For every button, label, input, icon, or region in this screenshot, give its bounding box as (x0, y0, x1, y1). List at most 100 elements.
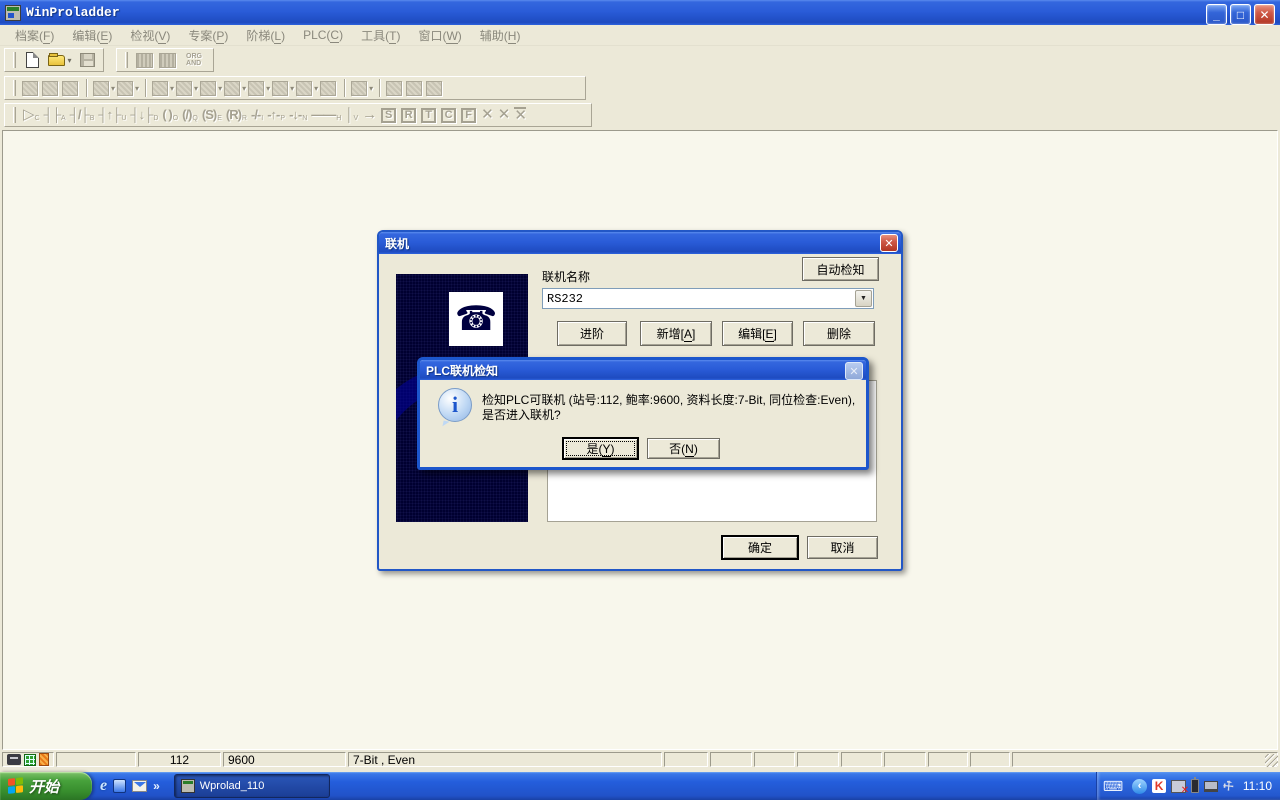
toolbar-grip[interactable] (13, 52, 16, 68)
cancel-button[interactable]: 取消 (807, 536, 878, 559)
statusbar-format: 7-Bit , Even (348, 752, 662, 767)
open-folder-icon (48, 55, 65, 66)
desktop: WinProladder _ □ ✕ 档案(F) 编辑(E) 检视(V) 专案(… (0, 0, 1280, 800)
toolbar-standard: ▾ ORGAND (0, 46, 1280, 74)
ladder-element-icon: -/-I (251, 108, 263, 122)
taskbar-task-button[interactable]: Wprolad_110 (174, 774, 330, 798)
internet-explorer-icon[interactable]: e (100, 777, 107, 795)
dropdown-caret-icon: ▾ (170, 84, 174, 93)
ladder-element-icon: ┤/├B (70, 108, 95, 122)
dropdown-caret-icon: ▾ (290, 84, 294, 93)
auto-detect-button[interactable]: 自动检知 (802, 257, 879, 281)
ladder-edit-tool-icon (141, 79, 150, 97)
toolbar-ladder-elements: ▷C ┤├A ┤/├B ┤↑├U ┤↓├D ( ) (0, 101, 1280, 129)
ladder-edit-tool-icon (22, 81, 40, 96)
menu-item[interactable]: 编辑(E) (63, 25, 121, 46)
start-button[interactable]: 开始 (0, 772, 92, 800)
open-file-button[interactable]: ▾ (44, 49, 76, 71)
toolbar-grip[interactable] (13, 107, 16, 123)
app-icon (5, 5, 21, 21)
resize-grip[interactable] (1265, 754, 1278, 767)
ladder-element-icon: ✕ (498, 108, 511, 122)
display-icon[interactable] (1204, 781, 1218, 792)
menu-item[interactable]: 专案(P) (179, 25, 237, 46)
mail-icon[interactable] (132, 780, 147, 792)
close-button[interactable]: ✕ (1254, 4, 1275, 25)
statusbar-station: 112 (138, 752, 221, 767)
ladder-element-icon: ✕ (514, 107, 527, 123)
menu-item[interactable]: PLC(C) (294, 26, 352, 44)
maximize-button[interactable]: □ (1230, 4, 1251, 25)
keyboard-input-icon[interactable]: ⌨ (1103, 778, 1123, 795)
ladder-element-icon: ( )O (162, 108, 178, 122)
window-title: WinProladder (26, 5, 120, 20)
connection-name-label: 联机名称 (542, 268, 590, 285)
ladder-element-icon: ┤├A (44, 108, 66, 122)
ladder-edit-tool-icon (62, 81, 80, 96)
connect-dialog-close-button[interactable]: ✕ (880, 234, 898, 252)
battery-icon[interactable] (1191, 779, 1199, 793)
edit-button[interactable]: 编辑[E] (722, 321, 793, 346)
statusbar-panel-empty (1012, 752, 1278, 767)
ladder-window-button (133, 49, 156, 71)
statusbar-panel-empty (710, 752, 752, 767)
new-file-button[interactable] (21, 49, 44, 71)
antivirus-tray-icon[interactable]: K (1152, 779, 1166, 793)
connector-icon (7, 754, 21, 765)
dropdown-caret-icon: ▾ (218, 84, 222, 93)
menu-item[interactable]: 检视(V) (121, 25, 179, 46)
delete-button[interactable]: 删除 (803, 321, 875, 346)
phone-icon: ☎ (455, 299, 497, 339)
ladder-element-icon: │V (345, 108, 358, 122)
network-disconnected-icon[interactable] (1171, 780, 1186, 793)
connection-name-combobox[interactable]: RS232 ▼ (542, 288, 874, 309)
ladder-element-icon: ✕ (481, 108, 494, 122)
hide-tray-icons-button[interactable]: ‹ (1132, 779, 1147, 794)
connection-name-value: RS232 (543, 292, 583, 306)
save-button (76, 49, 99, 71)
advanced-button[interactable]: 进阶 (557, 321, 627, 346)
tool-tray-icon[interactable]: ⚒ (1220, 777, 1237, 795)
menu-item[interactable]: 阶梯(L) (237, 25, 294, 46)
task-app-icon (181, 779, 195, 793)
add-button[interactable]: 新增[A] (640, 321, 712, 346)
menu-item[interactable]: 工具(T) (352, 25, 409, 46)
ladder-edit-tool-icon (320, 81, 338, 96)
minimize-button[interactable]: _ (1206, 4, 1227, 25)
toolbar-grip[interactable] (13, 80, 16, 96)
ladder-edit-tool-icon: ▾ (351, 81, 373, 96)
grid-icon (159, 53, 176, 68)
windows-logo-icon (8, 777, 24, 795)
yes-button[interactable]: 是(Y) (563, 438, 638, 459)
statusbar-panel-empty (970, 752, 1010, 767)
statusbar-panel-empty (928, 752, 968, 767)
info-icon: i (438, 388, 472, 422)
dropdown-caret-icon: ▾ (194, 84, 198, 93)
menu-item[interactable]: 辅助(H) (471, 25, 530, 46)
menu-item[interactable]: 窗口(W) (409, 25, 470, 46)
dropdown-caret-icon: ▾ (111, 84, 115, 93)
ladder-edit-tool-icon: ▾ (224, 81, 246, 96)
ok-button[interactable]: 确定 (722, 536, 798, 559)
grid-view-button (156, 49, 179, 71)
menubar: 档案(F) 编辑(E) 检视(V) 专案(P) 阶梯(L) PLC(C) 工具(… (0, 25, 1280, 46)
toolbar-grip[interactable] (125, 52, 128, 68)
ladder-element-icon: R (401, 108, 417, 123)
quick-launch-overflow-chevron[interactable]: » (153, 779, 160, 793)
messenger-icon[interactable] (113, 779, 126, 793)
ladder-edit-tool-icon (82, 79, 91, 97)
ladder-edit-tool-icon (42, 81, 60, 96)
ladder-element-icon: C (441, 108, 457, 123)
ladder-edit-tool-icon (426, 81, 444, 96)
activity-icon (39, 753, 49, 766)
combobox-dropdown-button[interactable]: ▼ (855, 290, 872, 307)
plc-detect-close-button: ✕ (845, 362, 863, 380)
taskbar-clock[interactable]: 11:10 (1243, 779, 1272, 793)
taskbar: 开始 e » Wprolad_110 (0, 772, 1280, 800)
statusbar-baudrate: 9600 (223, 752, 346, 767)
no-button[interactable]: 否(N) (647, 438, 720, 459)
statusbar-panel-empty (754, 752, 795, 767)
menu-item[interactable]: 档案(F) (6, 25, 63, 46)
ladder-edit-tool-icon: ▾ (272, 81, 294, 96)
dropdown-caret-icon: ▾ (242, 84, 246, 93)
